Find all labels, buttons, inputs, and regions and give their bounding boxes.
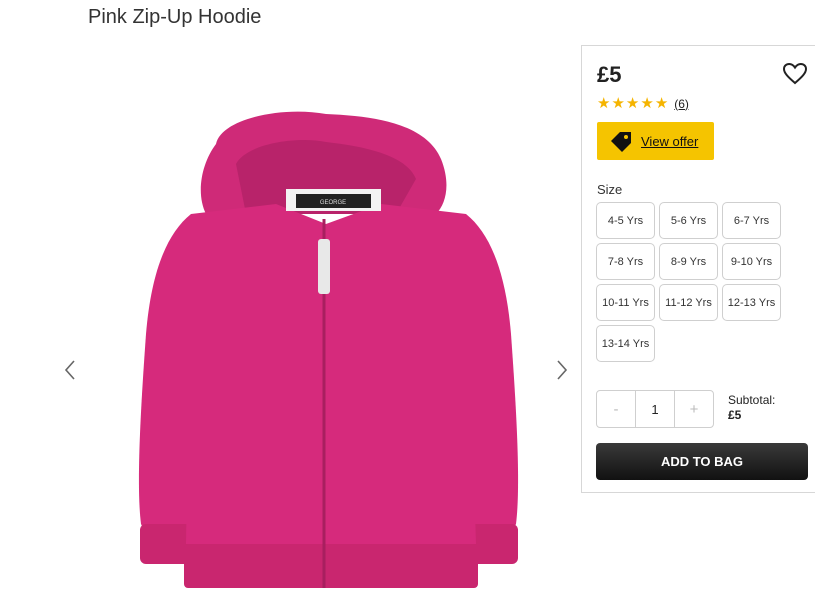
size-option[interactable]: 13-14 Yrs — [596, 325, 655, 362]
star-icon: ★ — [654, 95, 669, 112]
size-option[interactable]: 4-5 Yrs — [596, 202, 655, 239]
chevron-left-icon[interactable] — [60, 355, 80, 385]
increase-quantity-button[interactable]: + — [675, 391, 713, 427]
size-options: 4-5 Yrs 5-6 Yrs 6-7 Yrs 7-8 Yrs 8-9 Yrs … — [596, 202, 786, 362]
heart-icon[interactable] — [782, 62, 808, 86]
quantity-stepper: - 1 + — [596, 390, 714, 428]
quantity-input[interactable]: 1 — [635, 391, 675, 427]
star-icon: ★ — [625, 95, 640, 112]
view-offer-label: View offer — [641, 133, 699, 149]
product-image-gallery: GEORGE — [60, 90, 580, 606]
subtotal-amount: £5 — [728, 408, 742, 422]
decrease-quantity-button[interactable]: - — [597, 391, 635, 427]
product-image: GEORGE — [138, 111, 519, 588]
price: £5 — [597, 62, 622, 87]
size-option[interactable]: 12-13 Yrs — [722, 284, 781, 321]
size-option[interactable]: 11-12 Yrs — [659, 284, 718, 321]
chevron-right-icon[interactable] — [552, 355, 572, 385]
size-option[interactable]: 9-10 Yrs — [722, 243, 781, 280]
size-label: Size — [597, 182, 623, 197]
purchase-panel: £5 ★ ★ ★ ★ ★ (6) View offer Size 4-5 Yrs… — [581, 45, 815, 493]
brand-label: GEORGE — [320, 200, 346, 206]
add-to-bag-button[interactable]: ADD TO BAG — [596, 443, 808, 480]
size-option[interactable]: 7-8 Yrs — [596, 243, 655, 280]
product-title: Pink Zip-Up Hoodie — [88, 6, 262, 28]
size-option[interactable]: 6-7 Yrs — [722, 202, 781, 239]
size-option[interactable]: 8-9 Yrs — [659, 243, 718, 280]
review-count-link[interactable]: (6) — [674, 97, 689, 111]
subtotal: Subtotal: £5 — [728, 393, 775, 423]
view-offer-button[interactable]: View offer — [597, 122, 714, 160]
size-option[interactable]: 5-6 Yrs — [659, 202, 718, 239]
star-icon: ★ — [640, 95, 654, 112]
subtotal-label: Subtotal: — [728, 393, 776, 407]
size-option[interactable]: 10-11 Yrs — [596, 284, 655, 321]
rating: ★ ★ ★ ★ ★ (6) — [597, 96, 689, 111]
price-tag-icon — [611, 132, 631, 152]
star-icon: ★ — [611, 95, 625, 112]
star-icon: ★ — [597, 95, 611, 112]
